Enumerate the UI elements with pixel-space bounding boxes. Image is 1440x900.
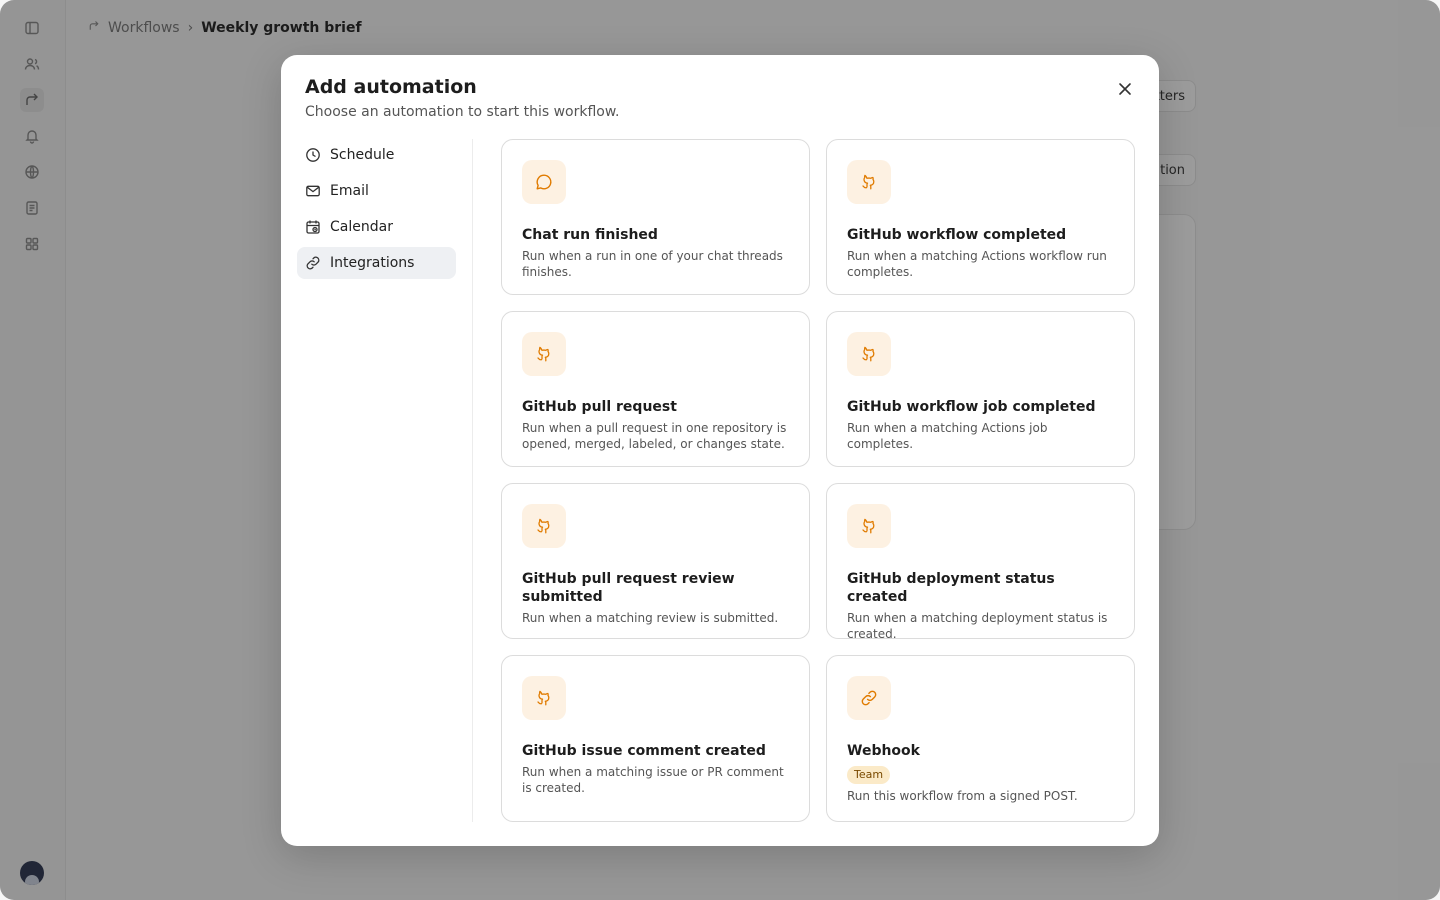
card-description: Run when a matching deployment status is… bbox=[847, 611, 1108, 641]
card-github-pull-request[interactable]: GitHub pull request Run when a pull requ… bbox=[501, 311, 810, 467]
card-description: Run when a pull request in one repositor… bbox=[522, 421, 787, 451]
github-icon bbox=[862, 346, 875, 362]
card-title: GitHub workflow completed bbox=[847, 227, 1067, 243]
mail-icon bbox=[306, 185, 320, 197]
nav-item-label: Calendar bbox=[330, 219, 393, 235]
card-icon-box bbox=[847, 332, 891, 376]
card-description: Run when a matching review is submitted. bbox=[522, 611, 779, 625]
nav-item-calendar[interactable]: Calendar bbox=[297, 211, 456, 243]
card-title: GitHub issue comment created bbox=[522, 743, 766, 759]
card-description: Run when a run in one of your chat threa… bbox=[522, 249, 783, 279]
card-icon-box bbox=[522, 332, 566, 376]
card-title: Chat run finished bbox=[522, 227, 658, 243]
nav-item-label: Email bbox=[330, 183, 369, 199]
card-description: Run this workflow from a signed POST. bbox=[847, 789, 1078, 803]
calendar-icon bbox=[306, 220, 320, 234]
add-automation-dialog: Add automation Choose an automation to s… bbox=[281, 55, 1159, 846]
card-description: Run when a matching Actions workflow run… bbox=[847, 249, 1107, 279]
card-title: GitHub deployment status created bbox=[847, 571, 1055, 605]
card-icon-box bbox=[847, 676, 891, 720]
nav-item-label: Schedule bbox=[330, 147, 395, 163]
card-description: Run when a matching issue or PR comment … bbox=[522, 765, 784, 795]
card-github-workflow-completed[interactable]: GitHub workflow completed Run when a mat… bbox=[826, 139, 1135, 295]
chat-bubble-icon bbox=[536, 174, 552, 190]
card-github-issue-comment-created[interactable]: GitHub issue comment created Run when a … bbox=[501, 655, 810, 822]
card-title: GitHub pull request bbox=[522, 399, 677, 415]
nav-item-schedule[interactable]: Schedule bbox=[297, 139, 456, 171]
close-icon bbox=[1119, 83, 1131, 95]
dialog-title: Add automation bbox=[305, 76, 477, 98]
link-icon bbox=[861, 690, 877, 706]
nav-divider bbox=[472, 139, 473, 822]
clock-icon bbox=[306, 148, 320, 162]
github-icon bbox=[537, 346, 550, 362]
close-button[interactable] bbox=[1111, 75, 1139, 103]
card-github-workflow-job-completed[interactable]: GitHub workflow job completed Run when a… bbox=[826, 311, 1135, 467]
card-title: GitHub pull request review submitted bbox=[522, 571, 735, 605]
card-icon-box bbox=[522, 676, 566, 720]
card-icon-box bbox=[522, 504, 566, 548]
dialog-subtitle: Choose an automation to start this workf… bbox=[305, 104, 620, 120]
card-icon-box bbox=[847, 160, 891, 204]
card-description: Run when a matching Actions job complete… bbox=[847, 421, 1048, 451]
category-nav: Schedule Email Calendar Integrations bbox=[297, 139, 456, 283]
card-title: GitHub workflow job completed bbox=[847, 399, 1096, 415]
team-badge: Team bbox=[847, 766, 891, 784]
card-github-pull-request-review-submitted[interactable]: GitHub pull request review submitted Run… bbox=[501, 483, 810, 639]
nav-item-label: Integrations bbox=[330, 255, 415, 271]
card-chat-run-finished[interactable]: Chat run finished Run when a run in one … bbox=[501, 139, 810, 295]
nav-item-integrations[interactable]: Integrations bbox=[297, 247, 456, 279]
github-icon bbox=[537, 690, 550, 706]
github-icon bbox=[537, 518, 550, 534]
card-github-deployment-status-created[interactable]: GitHub deployment status created Run whe… bbox=[826, 483, 1135, 641]
nav-item-email[interactable]: Email bbox=[297, 175, 456, 207]
github-icon bbox=[862, 174, 875, 190]
card-icon-box bbox=[847, 504, 891, 548]
card-webhook[interactable]: Webhook Team Run this workflow from a si… bbox=[826, 655, 1135, 822]
card-title: Webhook bbox=[847, 743, 920, 759]
link-icon bbox=[306, 256, 320, 270]
github-icon bbox=[862, 518, 875, 534]
card-icon-box bbox=[522, 160, 566, 204]
